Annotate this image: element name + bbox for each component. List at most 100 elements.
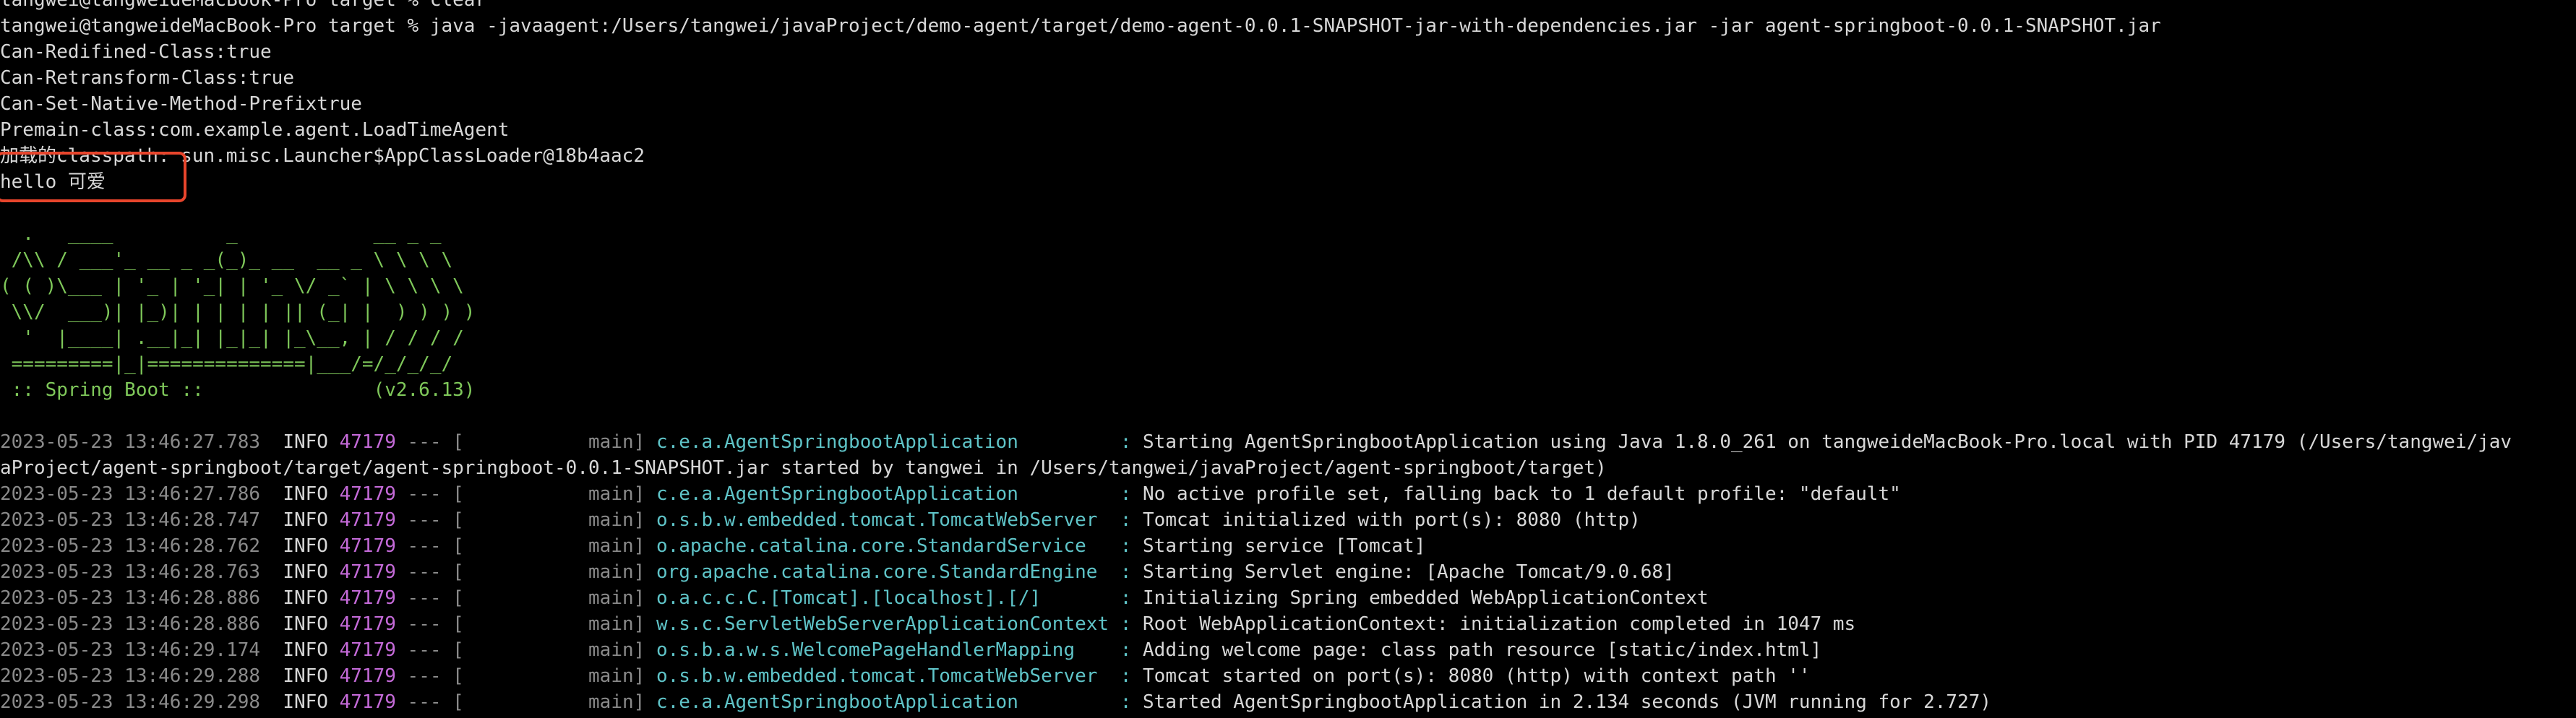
log-separator: --- [ — [395, 691, 464, 713]
log-separator: --- [ — [395, 665, 464, 687]
agent-output-line: 加载的classpath: sun.misc.Launcher$AppClass… — [0, 145, 645, 167]
spring-banner-line: =========|_|==============|___/=/_/_/_/ — [0, 353, 453, 375]
terminal-window[interactable]: tangwei@tangweideMacBook-Pro target % cl… — [0, 0, 2576, 715]
log-timestamp: 2023-05-23 13:46:29.174 — [0, 639, 283, 661]
log-thread: main] — [463, 431, 656, 453]
log-line: 2023-05-23 13:46:29.288 INFO 47179 --- [… — [0, 663, 2576, 689]
log-timestamp: 2023-05-23 13:46:28.886 — [0, 613, 283, 635]
log-message: Starting Servlet engine: [Apache Tomcat/… — [1143, 561, 1675, 583]
log-message: Started AgentSpringbootApplication in 2.… — [1143, 691, 1992, 713]
hello-output-line: hello 可爱 — [0, 171, 106, 193]
log-line: 2023-05-23 13:46:27.783 INFO 47179 --- [… — [0, 429, 2576, 455]
log-pid: 47179 — [339, 509, 396, 531]
log-timestamp: 2023-05-23 13:46:28.762 — [0, 535, 283, 557]
spring-banner-line: ( ( )\___ | '_ | '_| | '_ \/ _` | \ \ \ … — [0, 275, 464, 297]
log-pid: 47179 — [339, 561, 396, 583]
log-pid: 47179 — [339, 431, 396, 453]
log-separator: --- [ — [395, 561, 464, 583]
log-level: INFO — [283, 665, 340, 687]
log-separator: --- [ — [395, 509, 464, 531]
log-output: 2023-05-23 13:46:27.783 INFO 47179 --- [… — [0, 429, 2576, 715]
log-level: INFO — [283, 509, 340, 531]
highlight-box — [0, 152, 186, 202]
log-separator: --- [ — [395, 431, 464, 453]
log-message: Starting AgentSpringbootApplication usin… — [1143, 431, 2512, 453]
log-separator: --- [ — [395, 613, 464, 635]
spring-banner-line: . ____ _ __ _ _ — [0, 223, 442, 245]
log-line: 2023-05-23 13:46:29.298 INFO 47179 --- [… — [0, 689, 2576, 715]
log-level: INFO — [283, 691, 340, 713]
log-line: 2023-05-23 13:46:28.886 INFO 47179 --- [… — [0, 585, 2576, 611]
log-pid: 47179 — [339, 587, 396, 609]
log-continuation-line: aProject/agent-springboot/target/agent-s… — [0, 457, 1607, 479]
log-message: Tomcat initialized with port(s): 8080 (h… — [1143, 509, 1641, 531]
log-timestamp: 2023-05-23 13:46:28.886 — [0, 587, 283, 609]
log-logger: w.s.c.ServletWebServerApplicationContext… — [656, 613, 1143, 635]
spring-boot-label: :: Spring Boot :: — [0, 379, 215, 401]
log-line: 2023-05-23 13:46:28.762 INFO 47179 --- [… — [0, 533, 2576, 559]
log-timestamp: 2023-05-23 13:46:27.786 — [0, 483, 283, 505]
log-line: 2023-05-23 13:46:28.886 INFO 47179 --- [… — [0, 611, 2576, 637]
log-thread: main] — [463, 639, 656, 661]
log-pid: 47179 — [339, 613, 396, 635]
log-line: 2023-05-23 13:46:27.786 INFO 47179 --- [… — [0, 481, 2576, 507]
log-timestamp: 2023-05-23 13:46:27.783 — [0, 431, 283, 453]
log-logger: o.s.b.w.embedded.tomcat.TomcatWebServer … — [656, 665, 1143, 687]
spring-banner-line: /\\ / ___'_ __ _ _(_)_ __ __ _ \ \ \ \ — [0, 249, 453, 271]
log-thread: main] — [463, 561, 656, 583]
spring-boot-version-line: :: Spring Boot :: (v2.6.13) — [0, 377, 2576, 403]
agent-output-line: Can-Set-Native-Method-Prefixtrue — [0, 93, 362, 115]
command-line: tangwei@tangweideMacBook-Pro target % ja… — [0, 15, 2161, 37]
log-message: Tomcat started on port(s): 8080 (http) w… — [1143, 665, 1811, 687]
log-logger: c.e.a.AgentSpringbootApplication : — [656, 431, 1143, 453]
log-pid: 47179 — [339, 535, 396, 557]
log-separator: --- [ — [395, 483, 464, 505]
log-separator: --- [ — [395, 535, 464, 557]
log-pid: 47179 — [339, 665, 396, 687]
log-level: INFO — [283, 483, 340, 505]
spring-boot-version: (v2.6.13) — [215, 379, 476, 401]
log-level: INFO — [283, 535, 340, 557]
log-pid: 47179 — [339, 483, 396, 505]
log-message: Starting service [Tomcat] — [1143, 535, 1426, 557]
log-level: INFO — [283, 639, 340, 661]
log-logger: o.apache.catalina.core.StandardService : — [656, 535, 1143, 557]
log-timestamp: 2023-05-23 13:46:28.747 — [0, 509, 283, 531]
spring-banner-line: ' |____| .__|_| |_|_| |_\__, | / / / / — [0, 327, 464, 349]
log-logger: o.s.b.a.w.s.WelcomePageHandlerMapping : — [656, 639, 1143, 661]
agent-output-line: Can-Redifined-Class:true — [0, 41, 272, 63]
spring-banner-line: \\/ ___)| |_)| | | | | || (_| | ) ) ) ) — [0, 301, 476, 323]
log-message: No active profile set, falling back to 1… — [1143, 483, 1901, 505]
log-line: 2023-05-23 13:46:29.174 INFO 47179 --- [… — [0, 637, 2576, 663]
log-pid: 47179 — [339, 691, 396, 713]
log-thread: main] — [463, 691, 656, 713]
log-logger: o.s.b.w.embedded.tomcat.TomcatWebServer … — [656, 509, 1143, 531]
log-thread: main] — [463, 535, 656, 557]
log-logger: o.a.c.c.C.[Tomcat].[localhost].[/] : — [656, 587, 1143, 609]
log-logger: c.e.a.AgentSpringbootApplication : — [656, 691, 1143, 713]
agent-output-line: Can-Retransform-Class:true — [0, 67, 294, 89]
log-message: Initializing Spring embedded WebApplicat… — [1143, 587, 1709, 609]
previous-command-line: tangwei@tangweideMacBook-Pro target % cl… — [0, 0, 487, 11]
log-separator: --- [ — [395, 587, 464, 609]
log-thread: main] — [463, 587, 656, 609]
agent-output-line: Premain-class:com.example.agent.LoadTime… — [0, 119, 510, 141]
log-level: INFO — [283, 431, 340, 453]
log-thread: main] — [463, 665, 656, 687]
log-level: INFO — [283, 587, 340, 609]
log-thread: main] — [463, 613, 656, 635]
log-logger: c.e.a.AgentSpringbootApplication : — [656, 483, 1143, 505]
log-line: 2023-05-23 13:46:28.747 INFO 47179 --- [… — [0, 507, 2576, 533]
log-timestamp: 2023-05-23 13:46:29.288 — [0, 665, 283, 687]
log-thread: main] — [463, 509, 656, 531]
log-message: Adding welcome page: class path resource… — [1143, 639, 1822, 661]
log-message: Root WebApplicationContext: initializati… — [1143, 613, 1856, 635]
log-separator: --- [ — [395, 639, 464, 661]
log-line: 2023-05-23 13:46:28.763 INFO 47179 --- [… — [0, 559, 2576, 585]
log-thread: main] — [463, 483, 656, 505]
log-timestamp: 2023-05-23 13:46:28.763 — [0, 561, 283, 583]
log-level: INFO — [283, 613, 340, 635]
log-logger: org.apache.catalina.core.StandardEngine … — [656, 561, 1143, 583]
